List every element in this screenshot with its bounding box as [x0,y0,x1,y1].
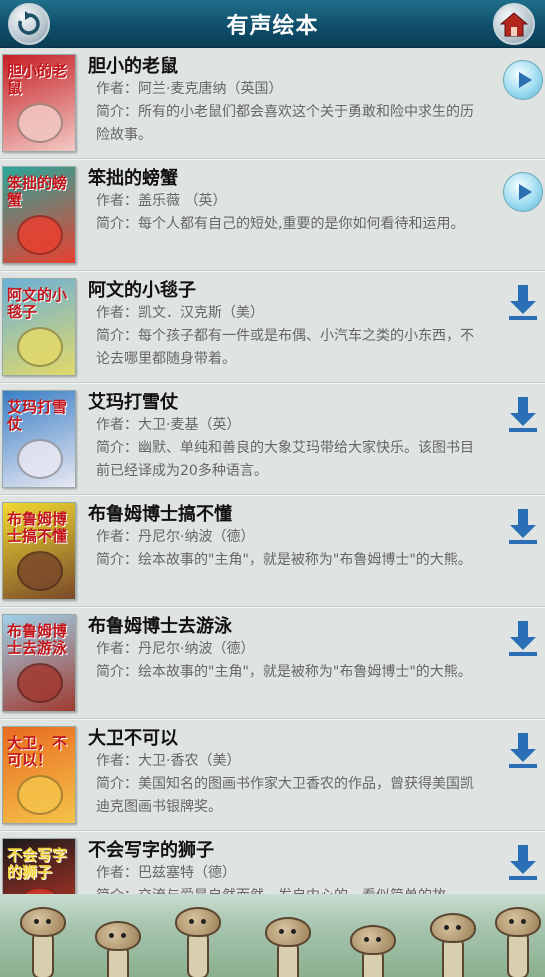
book-author: 作者：丹尼尔·纳波（德） [96,641,255,657]
download-icon [509,621,537,656]
book-description: 简介：每个人都有自己的短处,重要的是你如何看待和运用。 [96,216,465,232]
book-cover-image[interactable]: 笨拙的螃蟹 [2,166,76,264]
list-item[interactable]: 胆小的老鼠 胆小的老鼠作者：阿兰·麦克唐纳（英国） 简介：所有的小老鼠们都会喜欢这个… [0,48,545,160]
list-item[interactable]: 大卫，不可以！ 大卫不可以作者：大卫·香农（美） 简介：美国知名的图画书作家大卫香农… [0,720,545,832]
cover-illustration [17,663,63,703]
download-button[interactable] [503,394,543,434]
book-title: 笨拙的螃蟹 [88,168,178,189]
home-icon [500,12,528,37]
book-list[interactable]: 胆小的老鼠 胆小的老鼠作者：阿兰·麦克唐纳（英国） 简介：所有的小老鼠们都会喜欢这个… [0,48,545,894]
book-title: 大卫不可以 [88,728,178,749]
list-item[interactable]: 笨拙的螃蟹 笨拙的螃蟹作者：盖乐薇 （英） 简介：每个人都有自己的短处,重要的是你如… [0,160,545,272]
book-title: 不会写字的狮子 [88,840,214,861]
book-description: 简介：幽默、单纯和善良的大象艾玛带给大家快乐。该图书目前已经译成为20多种语言。 [96,440,474,479]
play-button[interactable] [503,60,543,100]
list-item[interactable]: 艾玛打雪仗 艾玛打雪仗作者：大卫·麦基（英） 简介：幽默、单纯和善良的大象艾玛带给大… [0,384,545,496]
book-description: 简介：绘本故事的"主角"，就是被称为"布鲁姆博士"的大熊。 [96,552,472,568]
mushroom-banner-image [0,894,545,977]
book-author: 作者：阿兰·麦克唐纳（英国） [96,81,283,97]
back-button[interactable] [8,3,50,45]
cover-title: 笨拙的螃蟹 [7,174,68,209]
book-description: 简介：每个孩子都有一件或是布偶、小汽车之类的小东西，不论去哪里都随身带着。 [96,328,474,367]
book-author: 作者：大卫·香农（美） [96,753,241,769]
download-icon [509,845,537,880]
download-button[interactable] [503,618,543,658]
book-author: 作者：凯文．汉克斯（美） [96,305,264,321]
book-description: 简介：美国知名的图画书作家大卫香农的作品，曾获得美国凯迪克图画书银牌奖。 [96,776,474,815]
download-button[interactable] [503,730,543,770]
cover-title: 阿文的小毯子 [7,286,68,321]
play-icon [518,72,532,88]
download-button[interactable] [503,506,543,546]
home-button[interactable] [493,3,535,45]
book-description: 简介：绘本故事的"主角"，就是被称为"布鲁姆博士"的大熊。 [96,664,472,680]
download-icon [509,509,537,544]
book-author: 作者：巴兹塞特（德） [96,865,236,881]
book-author: 作者：丹尼尔·纳波（德） [96,529,255,545]
play-button[interactable] [503,172,543,212]
download-button[interactable] [503,842,543,882]
book-cover-image[interactable]: 大卫，不可以！ [2,726,76,824]
cover-title: 不会写字的狮子 [7,846,68,881]
page-title: 有声绘本 [226,13,319,39]
cover-title: 胆小的老鼠 [7,62,68,97]
book-author: 作者：盖乐薇 （英） [96,193,227,209]
list-item[interactable]: 布鲁姆博士去游泳 布鲁姆博士去游泳作者：丹尼尔·纳波（德） 简介：绘本故事的"主角"… [0,608,545,720]
list-item[interactable]: 阿文的小毯子 阿文的小毯子作者：凯文．汉克斯（美） 简介：每个孩子都有一件或是布偶、… [0,272,545,384]
cover-illustration [17,439,63,479]
book-title: 艾玛打雪仗 [88,392,178,413]
download-icon [509,397,537,432]
download-button[interactable] [503,282,543,322]
play-icon [518,184,532,200]
cover-title: 大卫，不可以！ [7,734,68,769]
list-item[interactable]: 不会写字的狮子不会写字的狮子作者：巴兹塞特（德） 简介：交流与爱是自然而然、发自内… [0,832,545,894]
book-cover-image[interactable]: 布鲁姆博士去游泳 [2,614,76,712]
refresh-back-icon [18,11,40,35]
book-title: 胆小的老鼠 [88,56,178,77]
book-title: 布鲁姆博士去游泳 [88,616,232,637]
ad-banner[interactable] [0,894,545,977]
cover-title: 布鲁姆博士去游泳 [7,622,68,657]
book-cover-image[interactable]: 不会写字的狮子 [2,838,76,894]
download-icon [509,285,537,320]
list-item[interactable]: 布鲁姆博士搞不懂 布鲁姆博士搞不懂作者：丹尼尔·纳波（德） 简介：绘本故事的"主角"… [0,496,545,608]
download-icon [509,733,537,768]
cover-title: 艾玛打雪仗 [7,398,68,433]
book-cover-image[interactable]: 阿文的小毯子 [2,278,76,376]
cover-illustration [17,551,63,591]
cover-illustration [17,103,63,143]
book-cover-image[interactable]: 布鲁姆博士搞不懂 [2,502,76,600]
app-header: 有声绘本 [0,0,545,48]
cover-illustration [17,775,63,815]
cover-illustration [17,887,63,894]
book-description: 简介：交流与爱是自然而然、发自内心的，看似简单的故 [96,885,486,894]
cover-title: 布鲁姆博士搞不懂 [7,510,68,545]
book-cover-image[interactable]: 艾玛打雪仗 [2,390,76,488]
book-title: 阿文的小毯子 [88,280,196,301]
book-cover-image[interactable]: 胆小的老鼠 [2,54,76,152]
book-author: 作者：大卫·麦基（英） [96,417,241,433]
book-title: 布鲁姆博士搞不懂 [88,504,232,525]
book-description: 简介：所有的小老鼠们都会喜欢这个关于勇敢和险中求生的历险故事。 [96,104,474,143]
cover-illustration [17,327,63,367]
cover-illustration [17,215,63,255]
